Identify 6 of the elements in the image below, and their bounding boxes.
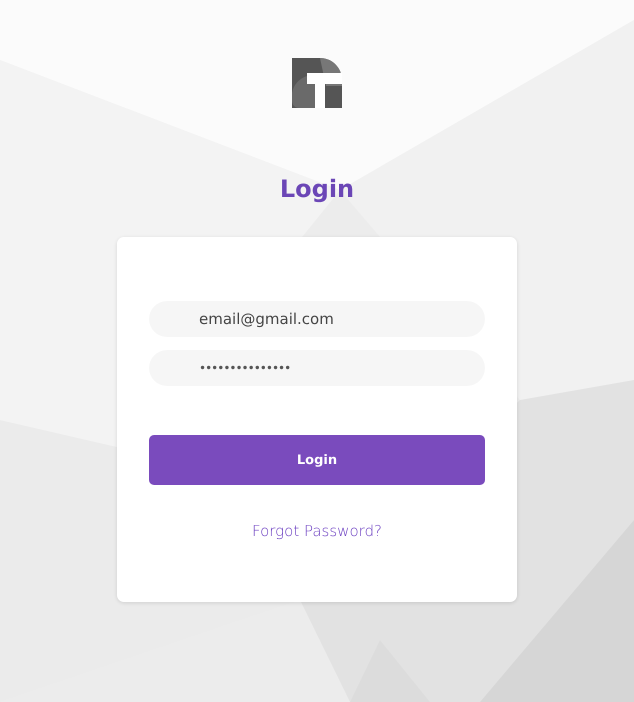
password-field[interactable]: ••••••••••••••• xyxy=(149,350,485,386)
logo-icon xyxy=(292,58,342,108)
email-field[interactable]: email@gmail.com xyxy=(149,301,485,337)
page-title: Login xyxy=(280,174,354,204)
forgot-password-link[interactable]: Forgot Password? xyxy=(252,522,382,540)
login-button[interactable]: Login xyxy=(149,435,485,485)
